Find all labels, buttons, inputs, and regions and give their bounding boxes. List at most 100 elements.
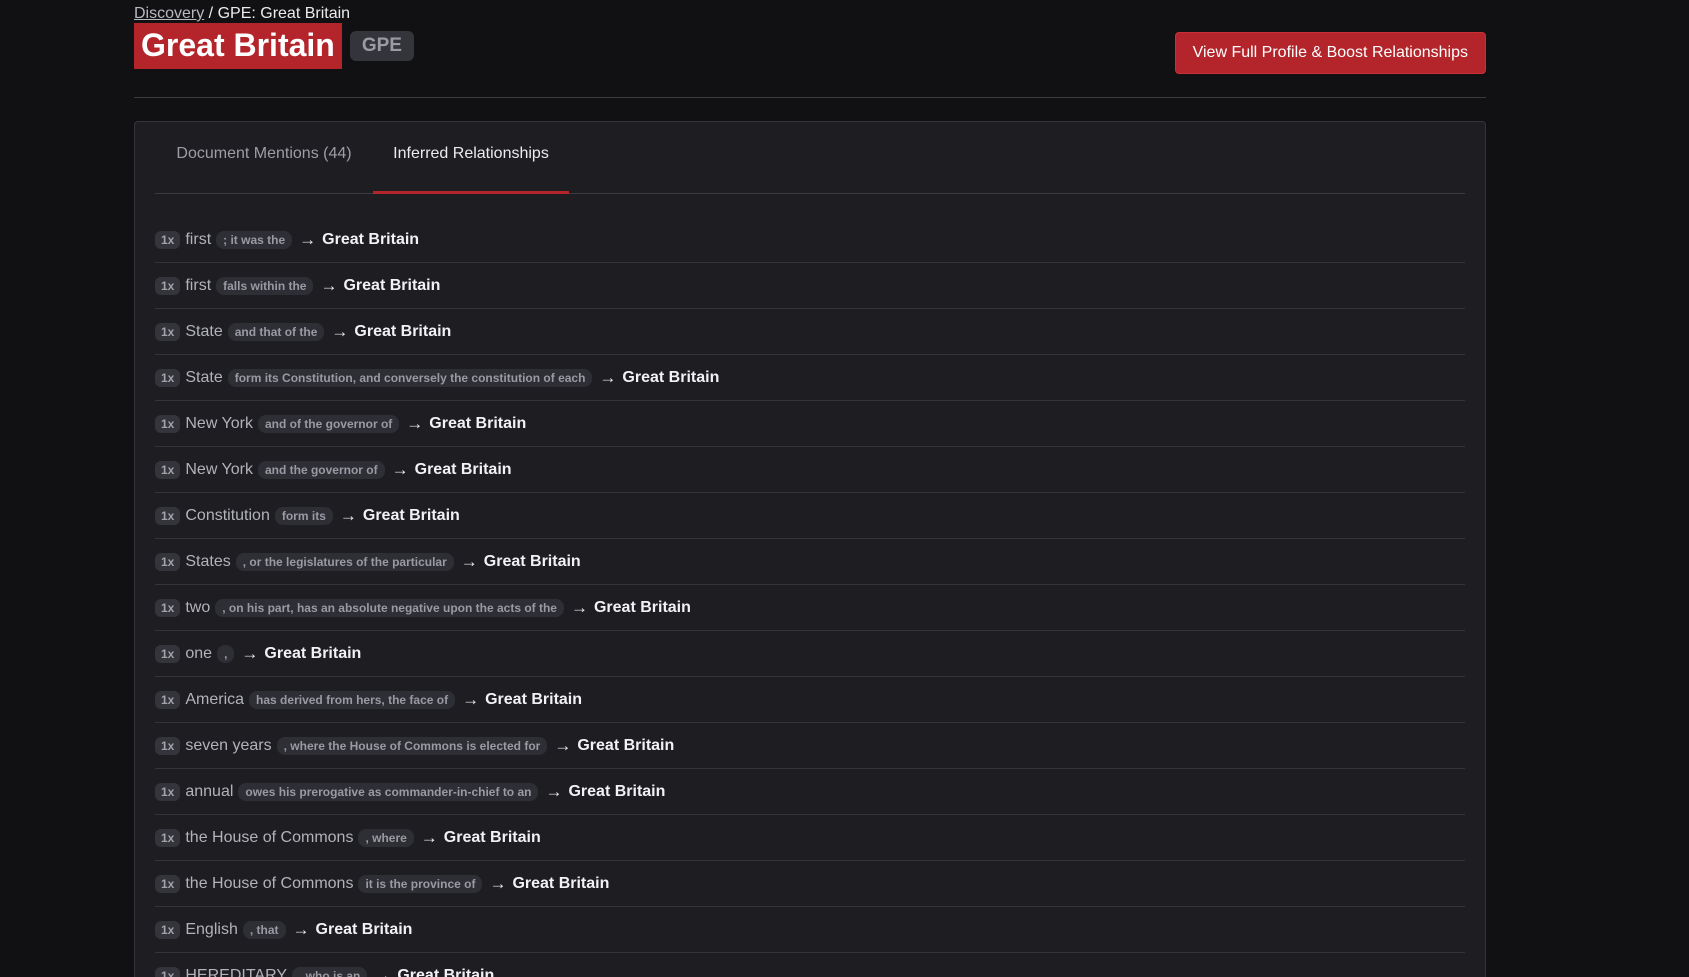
relationship-target: Great Britain — [315, 920, 413, 938]
arrow-icon: → — [339, 505, 357, 525]
relationship-row: 1x States, or the legislatures of the par… — [155, 539, 1465, 585]
relationship-context: and that of the — [227, 322, 325, 341]
relationship-context: falls within the — [216, 276, 314, 295]
relationship-source: the House of Commons — [185, 828, 354, 846]
relationship-source: New York — [185, 460, 253, 478]
relationship-target: Great Britain — [414, 460, 512, 478]
relationship-context: , — [217, 644, 235, 663]
arrow-icon: → — [420, 827, 438, 847]
entity-type-badge: GPE — [349, 31, 414, 61]
relationship-row: 1x New York and the governor of → Great Brit… — [155, 447, 1465, 493]
tab-document-mentions[interactable]: Document Mentions (44) — [155, 122, 373, 192]
page-header: Discovery / GPE: Great Britain Great Bri… — [134, 0, 1486, 98]
relationship-source: first — [185, 230, 212, 248]
relationship-source: two — [185, 598, 211, 616]
relationship-target: Great Britain — [483, 552, 581, 570]
arrow-icon: → — [489, 873, 507, 893]
relationship-row: 1x America has derived from hers, the face… — [155, 677, 1465, 723]
relationship-row: 1x the House of Commons it is the province… — [155, 861, 1465, 907]
arrow-icon: → — [545, 781, 563, 801]
relationship-row: 1x English, that → Great Britain — [155, 907, 1465, 953]
relationship-source: HEREDITARY — [185, 966, 288, 977]
tab-bar: Document Mentions (44) Inferred Relation… — [155, 122, 1465, 194]
relationship-context: , that — [242, 920, 286, 939]
page-title: Great Britain — [134, 23, 342, 69]
relationship-target: Great Britain — [343, 276, 441, 294]
relationship-source: the House of Commons — [185, 874, 354, 892]
breadcrumb-separator: / — [204, 5, 218, 22]
relationship-row: 1x State and that of the → Great Britain — [155, 309, 1465, 355]
count-badge: 1x — [155, 920, 181, 939]
arrow-icon: → — [299, 229, 317, 249]
tab-inferred-relationships[interactable]: Inferred Relationships — [373, 122, 569, 194]
arrow-icon: → — [406, 413, 424, 433]
relationship-context: has derived from hers, the face of — [249, 690, 456, 709]
relationship-context: it is the province of — [358, 874, 483, 893]
relationship-row: 1x Constitution form its → Great Britain — [155, 493, 1465, 539]
relationship-source: America — [185, 690, 245, 708]
relationship-row: 1x seven years, where the House of Common… — [155, 723, 1465, 769]
count-badge: 1x — [155, 230, 181, 249]
count-badge: 1x — [155, 644, 181, 663]
relationship-target: Great Britain — [264, 644, 362, 662]
relationship-row: 1x one, → Great Britain — [155, 631, 1465, 677]
count-badge: 1x — [155, 506, 181, 525]
arrow-icon: → — [460, 551, 478, 571]
relationship-source: one — [185, 644, 213, 662]
relationship-context: form its — [274, 506, 333, 525]
relationship-target: Great Britain — [322, 230, 420, 248]
relationship-source: New York — [185, 414, 253, 432]
relationship-target: Great Britain — [443, 828, 541, 846]
relationship-row: 1x two, on his part, has an absolute nega… — [155, 585, 1465, 631]
relationship-row: 1x HEREDITARY , who is an → Great Britain — [155, 953, 1465, 977]
relationship-target: Great Britain — [429, 414, 527, 432]
relationship-context: , who is an — [292, 966, 368, 977]
relationship-target: Great Britain — [485, 690, 583, 708]
count-badge: 1x — [155, 552, 181, 571]
relationship-source: annual — [185, 782, 234, 800]
count-badge: 1x — [155, 460, 181, 479]
count-badge: 1x — [155, 414, 181, 433]
relationship-source: first — [185, 276, 212, 294]
relationship-context: , where the House of Commons is elected … — [276, 736, 548, 755]
breadcrumb-current: GPE: Great Britain — [217, 5, 351, 22]
arrow-icon: → — [570, 597, 588, 617]
relationship-row: 1x State form its Constitution, and conver… — [155, 355, 1465, 401]
relationship-target: Great Britain — [512, 874, 610, 892]
relationship-source: seven years — [185, 736, 272, 754]
relationship-context: ; it was the — [216, 230, 293, 249]
relationship-row: 1x the House of Commons, where → Great Brit… — [155, 815, 1465, 861]
count-badge: 1x — [155, 276, 181, 295]
relationship-target: Great Britain — [622, 368, 720, 386]
relationship-source: English — [185, 920, 238, 938]
breadcrumb-discovery-link[interactable]: Discovery — [134, 5, 204, 22]
relationship-context: form its Constitution, and conversely th… — [227, 368, 593, 387]
relationship-target: Great Britain — [568, 782, 666, 800]
relationship-row: 1x New York and of the governor of → Great B… — [155, 401, 1465, 447]
entity-page: Discovery / GPE: Great Britain Great Bri… — [0, 0, 1689, 977]
relationship-target: Great Britain — [362, 506, 460, 524]
count-badge: 1x — [155, 368, 181, 387]
arrow-icon: → — [241, 643, 259, 663]
relationship-context: and the governor of — [257, 460, 385, 479]
relationship-target: Great Britain — [354, 322, 452, 340]
arrow-icon: → — [331, 321, 349, 341]
relationship-row: 1x first; it was the → Great Britain — [155, 217, 1465, 263]
count-badge: 1x — [155, 322, 181, 341]
relationship-context: , or the legislatures of the particular — [235, 552, 454, 571]
arrow-icon: → — [292, 919, 310, 939]
count-badge: 1x — [155, 598, 181, 617]
relationship-source: Constitution — [185, 506, 270, 524]
relationship-context: , on his part, has an absolute negative … — [215, 598, 564, 617]
relationship-context: , where — [358, 828, 414, 847]
count-badge: 1x — [155, 966, 181, 977]
arrow-icon: → — [391, 459, 409, 479]
arrow-icon: → — [320, 275, 338, 295]
relationship-row: 1x first falls within the → Great Britain — [155, 263, 1465, 309]
relationship-target: Great Britain — [577, 736, 675, 754]
relationship-source: States — [185, 552, 231, 570]
relationship-target: Great Britain — [593, 598, 691, 616]
view-full-profile-button[interactable]: View Full Profile & Boost Relationships — [1174, 32, 1486, 74]
arrow-icon: → — [554, 735, 572, 755]
relationship-context: and of the governor of — [257, 414, 400, 433]
